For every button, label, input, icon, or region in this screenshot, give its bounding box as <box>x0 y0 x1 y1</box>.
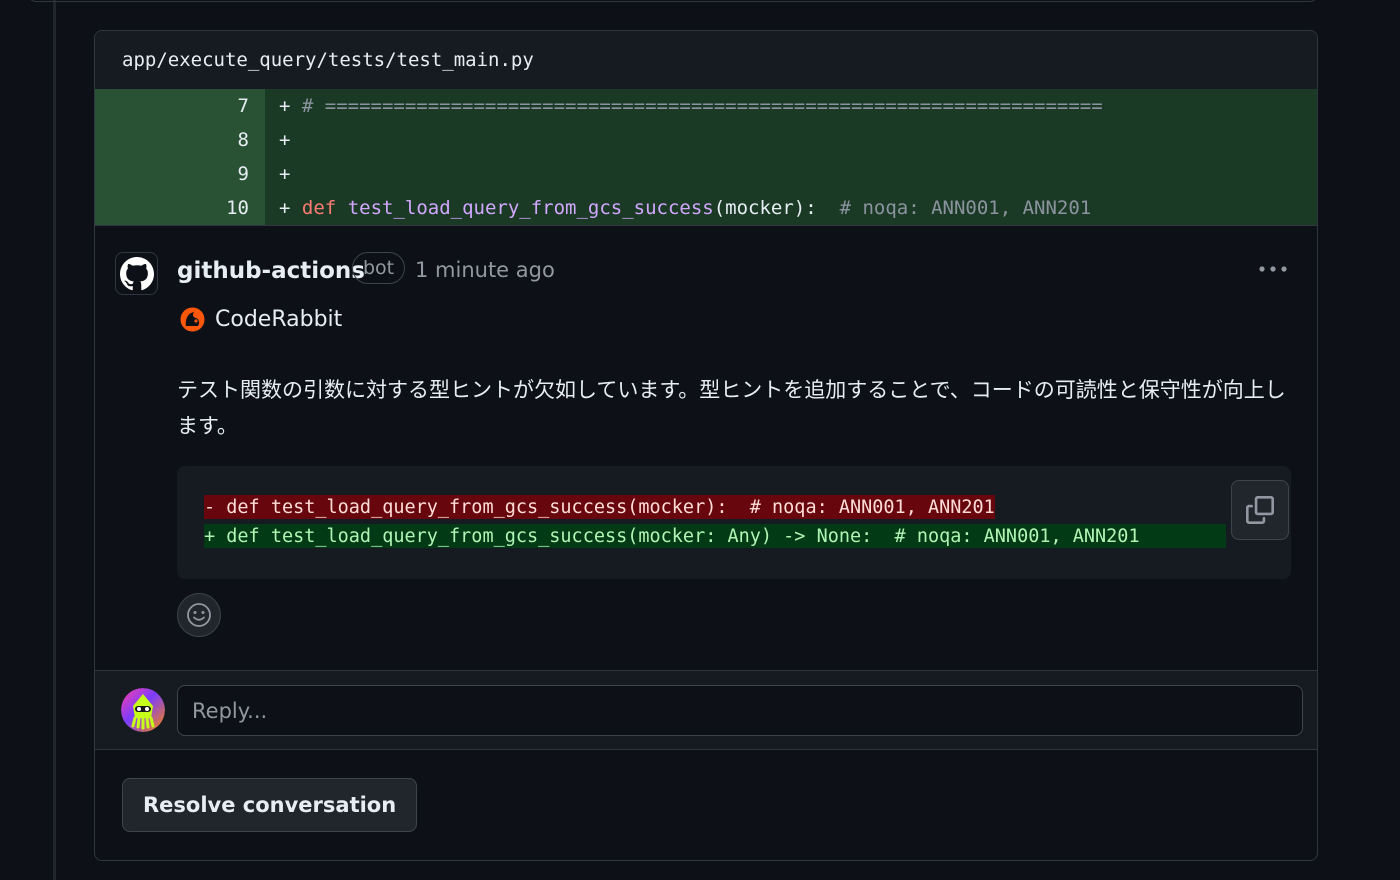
line-number[interactable]: 8 <box>95 123 265 157</box>
comment-timestamp[interactable]: 1 minute ago <box>415 258 555 282</box>
suggestion-block: - def test_load_query_from_gcs_success(m… <box>177 466 1291 579</box>
plus-marker: + <box>279 129 291 151</box>
timeline-line <box>53 0 56 880</box>
diff-row: 10 + def test_load_query_from_gcs_succes… <box>95 191 1317 225</box>
comment-body: テスト関数の引数に対する型ヒントが欠如しています。型ヒントを追加することで、コー… <box>177 378 1286 438</box>
smiley-svg <box>187 603 211 627</box>
bot-badge: bot <box>352 252 406 284</box>
line-code: + <box>265 129 290 151</box>
line-code: + def test_load_query_from_gcs_success(m… <box>265 197 1091 219</box>
diff-row: 9 + <box>95 157 1317 191</box>
line-code: + # ====================================… <box>265 95 1103 117</box>
previous-card-edge <box>28 0 1318 2</box>
copy-icon[interactable] <box>1231 480 1289 540</box>
reply-bar <box>95 670 1317 750</box>
smiley-icon[interactable] <box>177 593 221 637</box>
copy-svg <box>1246 496 1274 524</box>
review-comment: github-actions bot 1 minute ago CodeRabb… <box>95 225 1317 668</box>
squid-avatar-svg <box>121 688 165 732</box>
diff-row: 8 + <box>95 123 1317 157</box>
code-comment: # noqa: ANN001, ANN201 <box>839 197 1092 219</box>
reply-input[interactable] <box>177 685 1303 736</box>
code-function-name: test_load_query_from_gcs_success <box>347 197 714 219</box>
plus-marker: + <box>279 163 291 185</box>
coderabbit-logo-icon <box>180 307 205 332</box>
suggestion-removed-line: - def test_load_query_from_gcs_success(m… <box>204 495 995 519</box>
kebab-horizontal-icon[interactable] <box>1253 254 1293 284</box>
user-avatar[interactable] <box>121 688 165 732</box>
review-thread: app/execute_query/tests/test_main.py 7 +… <box>94 30 1318 861</box>
code-params: (mocker): <box>713 197 840 219</box>
suggestion-added-line: + def test_load_query_from_gcs_success(m… <box>204 524 1226 548</box>
resolve-conversation-button[interactable]: Resolve conversation <box>122 778 418 832</box>
comment-author[interactable]: github-actions <box>177 258 365 284</box>
plus-marker: + <box>279 197 291 219</box>
coderabbit-header: CodeRabbit <box>179 306 342 333</box>
diff-row: 7 + # ==================================… <box>95 89 1317 123</box>
code-keyword: def <box>301 197 337 219</box>
line-number[interactable]: 7 <box>95 89 265 123</box>
line-code: + <box>265 163 290 185</box>
coderabbit-name: CodeRabbit <box>215 307 343 332</box>
github-logo-svg <box>119 256 154 290</box>
line-number[interactable]: 9 <box>95 157 265 191</box>
plus-marker: + <box>279 95 291 117</box>
github-mark-icon[interactable] <box>115 252 158 295</box>
line-number[interactable]: 10 <box>95 191 265 225</box>
diff-hunk: 7 + # ==================================… <box>95 89 1317 225</box>
more-dots-svg <box>1259 266 1287 272</box>
file-path[interactable]: app/execute_query/tests/test_main.py <box>95 31 1317 89</box>
code-comment: # ======================================… <box>301 95 1103 117</box>
